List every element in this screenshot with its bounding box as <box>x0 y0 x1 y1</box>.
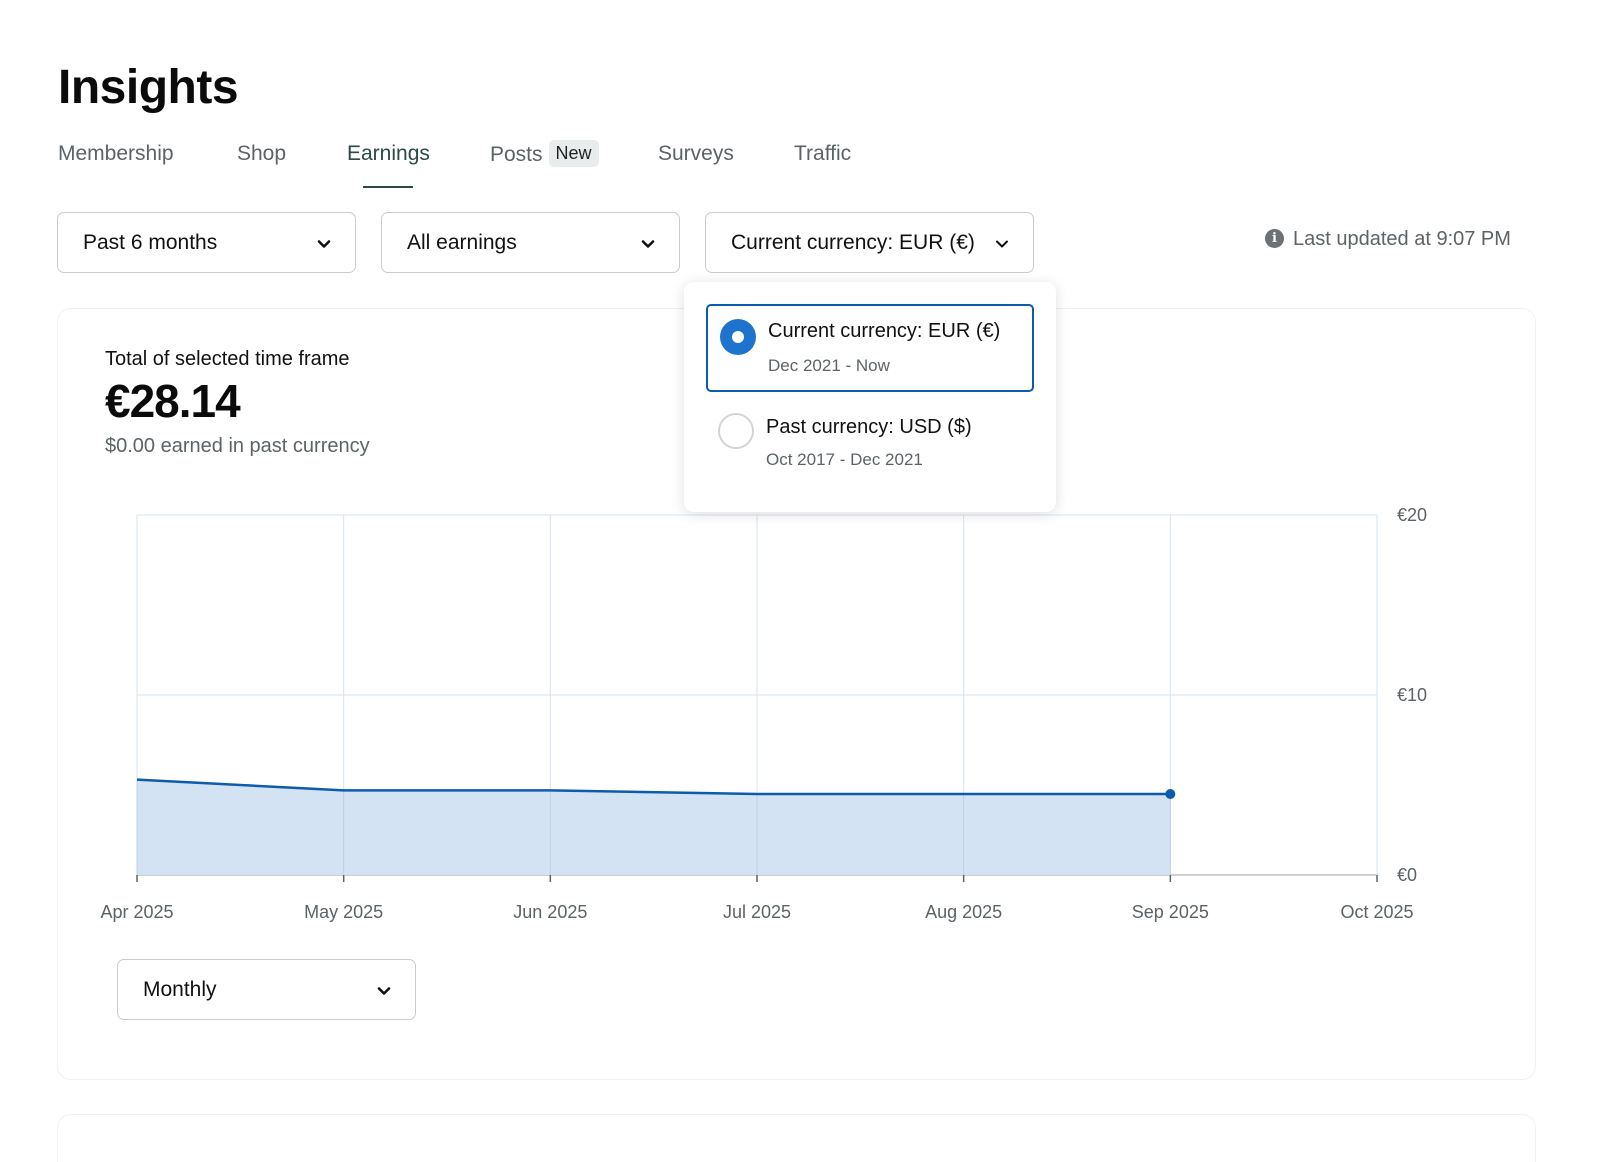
chevron-down-icon <box>377 987 391 995</box>
currency-value: Current currency: EUR (€) <box>731 231 975 254</box>
total-label: Total of selected time frame <box>105 348 350 370</box>
radio-unselected-icon[interactable] <box>718 413 754 449</box>
interval-value: Monthly <box>143 978 217 1001</box>
currency-dropdown-menu: Current currency: EUR (€) Dec 2021 - Now… <box>684 282 1056 512</box>
option-date-range: Oct 2017 - Dec 2021 <box>766 450 923 469</box>
tab-shop[interactable]: Shop <box>237 142 286 166</box>
tab-posts[interactable]: Posts New <box>490 140 599 169</box>
tab-surveys[interactable]: Surveys <box>658 142 734 166</box>
tab-traffic[interactable]: Traffic <box>794 142 851 166</box>
chevron-down-icon <box>317 240 331 248</box>
timeframe-value: Past 6 months <box>83 231 218 254</box>
page-title: Insights <box>58 61 239 114</box>
timeframe-select[interactable]: Past 6 months <box>57 212 356 273</box>
option-title: Past currency: USD ($) <box>766 416 972 438</box>
tab-membership[interactable]: Membership <box>58 142 174 166</box>
info-icon: i <box>1265 229 1284 248</box>
tab-earnings[interactable]: Earnings <box>347 142 430 166</box>
active-tab-indicator <box>363 186 413 188</box>
radio-selected-icon[interactable] <box>720 319 756 355</box>
past-currency-note: $0.00 earned in past currency <box>105 435 370 457</box>
option-title: Current currency: EUR (€) <box>768 320 1001 342</box>
earnings-type-select[interactable]: All earnings <box>381 212 680 273</box>
currency-option-usd[interactable]: Past currency: USD ($) Oct 2017 - Dec 20… <box>706 402 1034 490</box>
last-updated-text: Last updated at 9:07 PM <box>1293 228 1511 250</box>
currency-option-eur[interactable]: Current currency: EUR (€) Dec 2021 - Now <box>706 304 1034 392</box>
currency-select[interactable]: Current currency: EUR (€) <box>705 212 1034 273</box>
tab-posts-label: Posts <box>490 143 543 166</box>
total-value: €28.14 <box>105 375 241 427</box>
option-date-range: Dec 2021 - Now <box>768 356 890 375</box>
secondary-card <box>57 1114 1536 1162</box>
earnings-type-value: All earnings <box>407 231 517 254</box>
new-badge: New <box>548 140 599 167</box>
chevron-down-icon <box>641 240 655 248</box>
chevron-down-icon <box>996 240 1008 248</box>
interval-select[interactable]: Monthly <box>117 959 416 1020</box>
